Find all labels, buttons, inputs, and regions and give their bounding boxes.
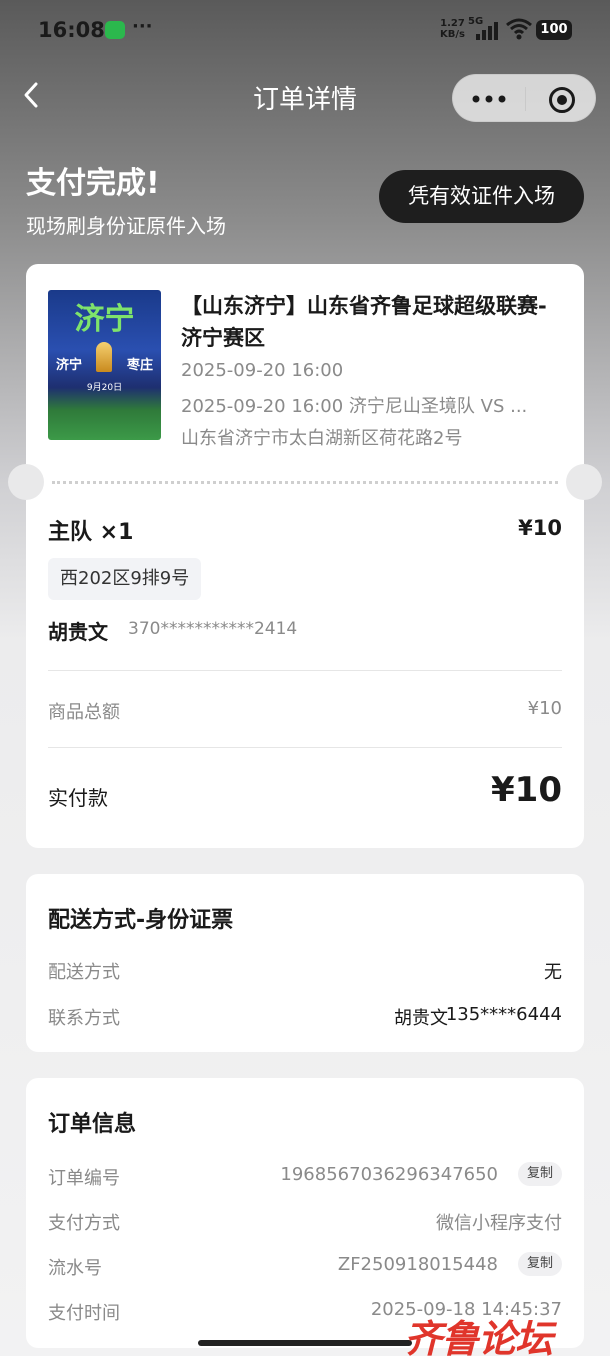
close-miniprogram-icon[interactable] xyxy=(549,87,575,113)
delivery-method-label: 配送方式 xyxy=(48,962,120,983)
order-number-value: 1968567036296347650 xyxy=(280,1164,498,1185)
forum-watermark-logo: 齐鲁论坛 xyxy=(404,1317,553,1356)
paid-amount: ¥10 xyxy=(491,770,562,810)
ticket-notch-left xyxy=(8,464,44,500)
contact-phone: 135****6444 xyxy=(445,1004,562,1025)
event-title[interactable]: 【山东济宁】山东省齐鲁足球超级联赛-济宁赛区 xyxy=(181,290,556,354)
poster-away-team: 枣庄 xyxy=(126,358,153,373)
copy-order-number-button[interactable]: 复制 xyxy=(517,1162,562,1186)
pay-method-label: 支付方式 xyxy=(48,1213,120,1234)
capsule-divider xyxy=(525,87,526,111)
serial-number-value: ZF250918015448 xyxy=(337,1254,498,1275)
contact-name: 胡贵文 xyxy=(394,1008,448,1029)
divider xyxy=(48,670,562,671)
paid-label: 实付款 xyxy=(48,786,108,810)
event-session: 2025-09-20 16:00 济宁尼山圣境队 VS ... xyxy=(181,396,528,417)
delivery-title: 配送方式-身份证票 xyxy=(48,908,234,933)
wechat-notification-icon xyxy=(105,21,125,39)
payment-status-title: 支付完成! xyxy=(26,166,160,201)
wifi-icon xyxy=(506,18,532,40)
copy-serial-button[interactable]: 复制 xyxy=(517,1252,562,1276)
speed-value: 1.27 xyxy=(440,18,465,29)
miniprogram-capsule xyxy=(452,74,596,122)
delivery-method-value: 无 xyxy=(544,962,562,983)
goods-total-label: 商品总额 xyxy=(48,702,120,723)
ticket-price: ¥10 xyxy=(518,516,562,540)
seat-tag: 西202区9排9号 xyxy=(48,558,202,600)
status-bar: 16:08 ··· 1.27 KB/s 5G 100 xyxy=(0,0,610,60)
divider xyxy=(48,747,562,748)
payment-status-subtitle: 现场刷身份证原件入场 xyxy=(26,214,226,238)
more-options-icon[interactable] xyxy=(471,95,507,103)
pay-time-label: 支付时间 xyxy=(48,1303,120,1324)
order-number-label: 订单编号 xyxy=(48,1168,120,1189)
more-notifications-icon: ··· xyxy=(132,16,153,37)
event-venue: 山东省济宁市太白湖新区荷花路2号 xyxy=(181,428,463,449)
contact-label: 联系方式 xyxy=(48,1008,120,1029)
event-poster[interactable]: 济宁 济宁 枣庄 9月20日 xyxy=(48,290,161,440)
ticket-divider xyxy=(52,481,558,484)
speed-unit: KB/s xyxy=(440,29,465,40)
ticket-card: 济宁 济宁 枣庄 9月20日 【山东济宁】山东省齐鲁足球超级联赛-济宁赛区 20… xyxy=(8,264,602,848)
holder-id-number: 370***********2414 xyxy=(128,619,298,639)
ticket-type: 主队 ×1 xyxy=(48,520,134,545)
ticket-notch-right xyxy=(566,464,602,500)
battery-indicator: 100 xyxy=(536,20,572,40)
poster-date: 9月20日 xyxy=(86,383,123,393)
trophy-icon xyxy=(96,342,112,372)
poster-title: 济宁 xyxy=(74,302,135,337)
delivery-card: 配送方式-身份证票 配送方式 无 联系方式 胡贵文 135****6444 xyxy=(26,874,584,1052)
pay-method-value: 微信小程序支付 xyxy=(436,1213,562,1234)
signal-icon xyxy=(476,22,500,40)
event-datetime: 2025-09-20 16:00 xyxy=(181,360,344,381)
status-time: 16:08 xyxy=(38,18,105,42)
network-speed: 1.27 KB/s xyxy=(440,18,465,40)
entry-credential-button[interactable]: 凭有效证件入场 xyxy=(379,170,584,223)
poster-home-team: 济宁 xyxy=(56,358,83,373)
serial-number-label: 流水号 xyxy=(48,1258,102,1279)
order-info-title: 订单信息 xyxy=(48,1112,137,1137)
holder-name: 胡贵文 xyxy=(48,620,108,644)
goods-total-value: ¥10 xyxy=(527,698,562,719)
home-indicator[interactable] xyxy=(198,1340,412,1346)
